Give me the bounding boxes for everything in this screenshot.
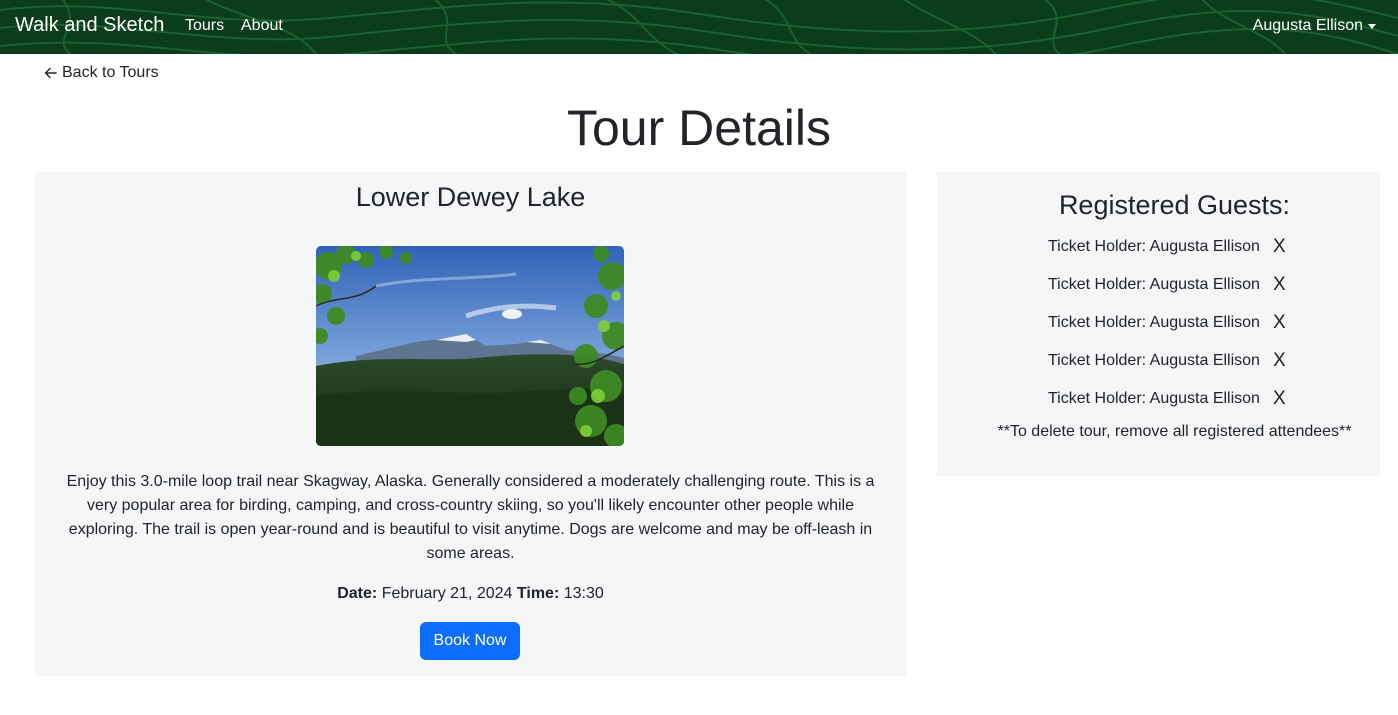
guest-item: Ticket Holder: Augusta Ellison X [1048,388,1286,426]
tour-card: Lower Dewey Lake Enjoy this 3.0-mile loo… [35,172,906,676]
user-menu-dropdown[interactable]: Augusta Ellison [1253,17,1376,35]
remove-guest-button[interactable]: X [1273,388,1286,410]
guest-item: Ticket Holder: Augusta Ellison X [1048,312,1286,350]
guest-label: Ticket Holder: Augusta Ellison [1048,390,1260,407]
tour-name: Lower Dewey Lake [355,182,586,212]
tour-date: February 21, 2024 [381,585,513,602]
date-label: Date: [337,585,378,602]
mountain-landscape-image [316,246,624,446]
tour-date-time: Date: February 21, 2024 Time: 13:30 [35,585,906,603]
tour-description: Enjoy this 3.0-mile loop trail near Skag… [66,473,875,562]
guest-item: Ticket Holder: Augusta Ellison X [1048,350,1286,388]
registered-guests-card: Registered Guests: Ticket Holder: August… [937,172,1380,476]
guest-label: Ticket Holder: Augusta Ellison [1048,314,1260,331]
time-label: Time: [516,585,560,602]
guest-label: Ticket Holder: Augusta Ellison [1048,238,1260,255]
guest-label: Ticket Holder: Augusta Ellison [1048,352,1260,369]
tour-time: 13:30 [563,585,604,602]
guests-title: Registered Guests: [1058,190,1291,220]
back-to-tours-link[interactable]: Back to Tours [44,64,159,82]
arrow-left-icon [44,67,57,79]
guest-label: Ticket Holder: Augusta Ellison [1048,276,1260,293]
brand-logo-link[interactable]: Walk and Sketch [15,14,164,37]
guest-list: Ticket Holder: Augusta Ellison X Ticket … [1048,236,1286,426]
caret-down-icon [1368,23,1376,29]
remove-guest-button[interactable]: X [1273,312,1286,334]
user-name: Augusta Ellison [1252,17,1363,34]
book-now-button[interactable]: Book Now [420,622,520,660]
guest-item: Ticket Holder: Augusta Ellison X [1048,274,1286,312]
delete-tour-note: **To delete tour, remove all registered … [997,423,1352,440]
remove-guest-button[interactable]: X [1273,274,1286,296]
guest-item: Ticket Holder: Augusta Ellison X [1048,236,1286,274]
remove-guest-button[interactable]: X [1273,350,1286,372]
nav-link-about[interactable]: About [241,17,283,35]
page-title: Tour Details [567,100,831,156]
nav-link-tours[interactable]: Tours [185,17,224,35]
remove-guest-button[interactable]: X [1273,236,1286,258]
top-navbar: Walk and Sketch Tours About Augusta Elli… [0,0,1398,54]
back-link-label: Back to Tours [62,64,159,81]
